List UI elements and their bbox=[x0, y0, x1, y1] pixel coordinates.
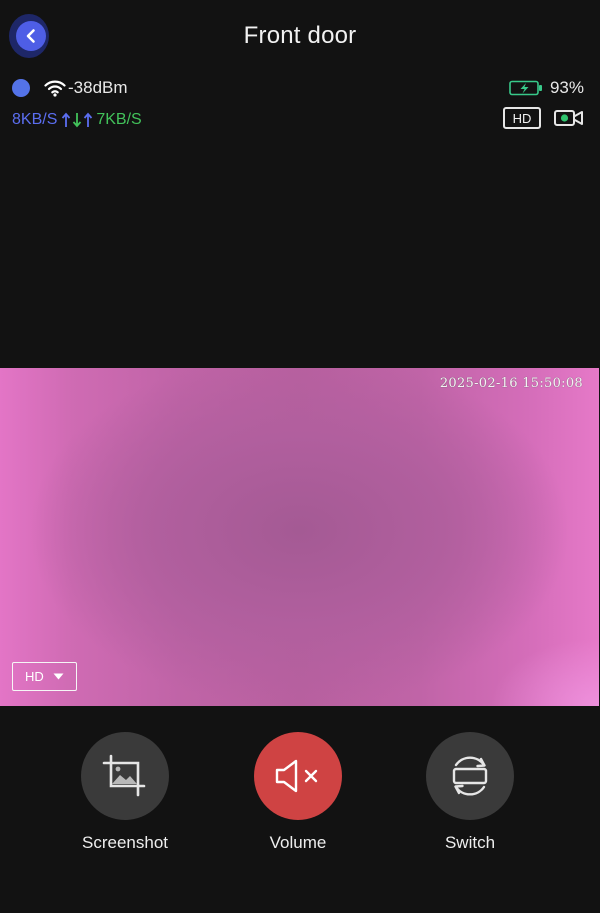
page-title: Front door bbox=[243, 22, 357, 49]
video-timestamp: 2025-02-16 15:50:08 bbox=[439, 376, 583, 391]
stream-indicators: HD bbox=[503, 107, 584, 129]
volume-label: Volume bbox=[269, 833, 327, 852]
screenshot-label: Screenshot bbox=[82, 833, 168, 852]
header: Front door bbox=[0, 0, 600, 74]
crop-image-icon bbox=[102, 754, 146, 797]
battery-charging-icon bbox=[509, 80, 543, 96]
battery-level: 93% bbox=[549, 78, 584, 97]
online-status-dot bbox=[12, 79, 30, 97]
wifi-icon bbox=[44, 79, 66, 97]
caret-down-icon bbox=[53, 673, 64, 680]
transfer-arrows-icon bbox=[61, 111, 93, 129]
quality-select[interactable]: HD bbox=[12, 662, 77, 691]
switch-button[interactable] bbox=[426, 732, 514, 820]
signal-strength: -38dBm bbox=[68, 78, 128, 97]
switch-rotate-icon bbox=[452, 756, 488, 796]
screenshot-button[interactable] bbox=[81, 732, 169, 820]
volume-button[interactable] bbox=[254, 732, 342, 820]
hd-badge[interactable]: HD bbox=[503, 107, 541, 129]
video-feed[interactable]: 2025-02-16 15:50:08 HD bbox=[0, 368, 599, 706]
battery-status: 93% bbox=[509, 76, 584, 100]
connection-status: -38dBm bbox=[12, 76, 128, 100]
screenshot-control: Screenshot bbox=[70, 732, 180, 853]
camera-live-view: Front door -38dBm 8KB/S 7KB/S 93% HD 202… bbox=[0, 0, 600, 913]
quality-select-label: HD bbox=[25, 669, 44, 684]
record-video-icon[interactable] bbox=[554, 109, 584, 127]
volume-mute-icon bbox=[275, 759, 318, 793]
volume-control: Volume bbox=[243, 732, 353, 853]
download-rate: 8KB/S bbox=[12, 111, 58, 128]
upload-rate: 7KB/S bbox=[96, 111, 142, 128]
switch-label: Switch bbox=[444, 833, 496, 852]
switch-control: Switch bbox=[415, 732, 525, 853]
data-rate: 8KB/S 7KB/S bbox=[12, 108, 142, 132]
